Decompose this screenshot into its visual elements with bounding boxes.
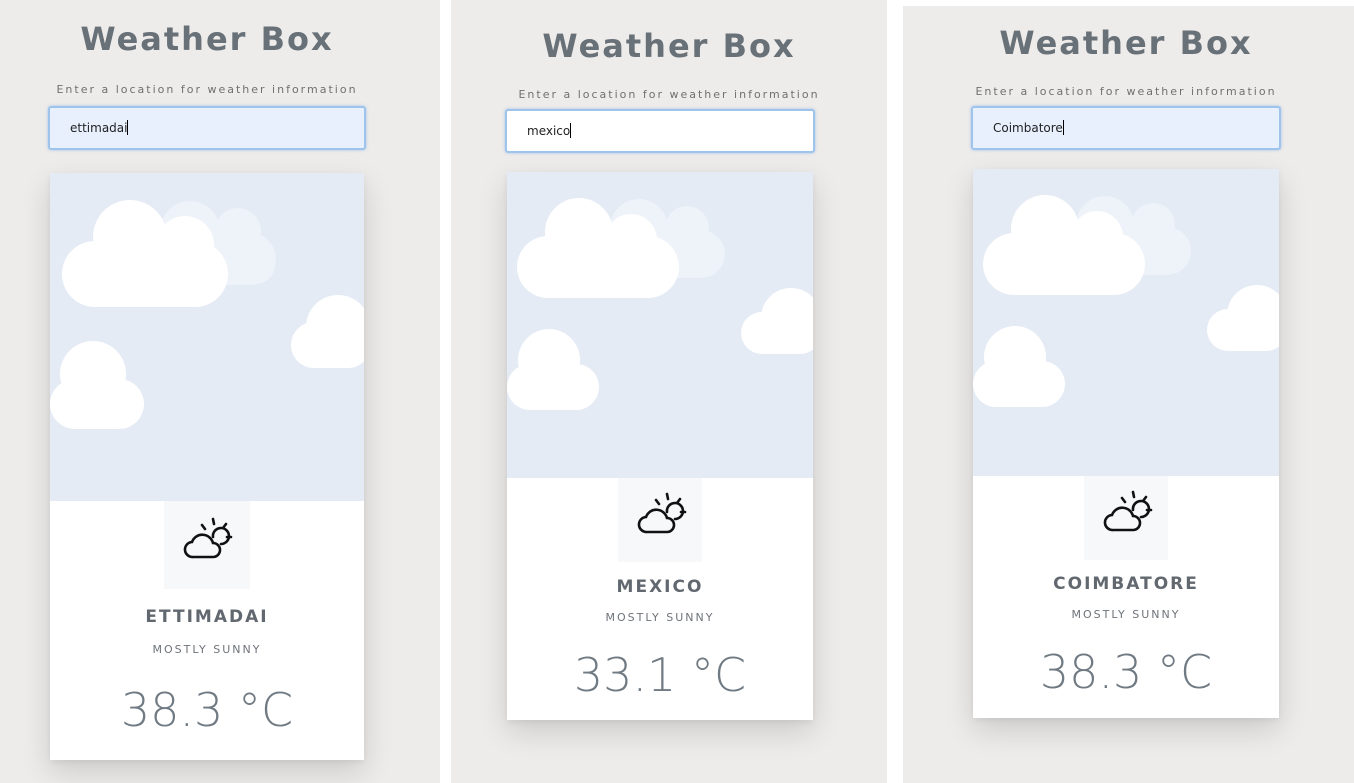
weather-panel-ettimadai: Weather Box Enter a location for weather… [0, 0, 440, 783]
weather-panel-coimbatore: Weather Box Enter a location for weather… [903, 6, 1354, 783]
search-input-value: ettimadai [70, 120, 129, 135]
search-hint: Enter a location for weather information [56, 83, 358, 96]
weather-icon-box [164, 501, 250, 589]
weather-panel-mexico: Weather Box Enter a location for weather… [451, 0, 887, 783]
app-title: Weather Box [80, 20, 334, 58]
text-caret [570, 123, 572, 138]
city-name: ETTIMADAI [145, 607, 269, 627]
city-name: MEXICO [616, 577, 704, 597]
temperature: 33.1 °C [573, 648, 747, 702]
weather-condition: MOSTLY SUNNY [1071, 608, 1181, 621]
search-input-value: mexico [527, 123, 572, 138]
screenshot-stage: Weather Box Enter a location for weather… [0, 0, 1354, 783]
app-title: Weather Box [542, 27, 796, 65]
search-hint: Enter a location for weather information [975, 85, 1277, 98]
weather-icon-box [618, 478, 702, 562]
clouds-icon [507, 198, 813, 410]
city-name: COIMBATORE [1053, 574, 1199, 594]
temperature: 38.3 °C [1039, 645, 1213, 699]
search-hint: Enter a location for weather information [518, 88, 820, 101]
partly-sunny-icon [183, 517, 233, 559]
weather-condition: MOSTLY SUNNY [605, 611, 715, 624]
location-search-input[interactable]: ettimadai [48, 106, 366, 150]
search-input-value: Coimbatore [993, 120, 1064, 135]
text-caret [1062, 120, 1064, 135]
weather-icon-box [1084, 476, 1168, 560]
partly-sunny-icon [1103, 490, 1153, 532]
clouds-icon [50, 200, 364, 429]
sky-illustration [50, 173, 364, 501]
app-title: Weather Box [999, 24, 1253, 62]
location-search-input[interactable]: mexico [505, 109, 815, 153]
clouds-icon [973, 195, 1279, 407]
sky-illustration [507, 172, 813, 478]
temperature: 38.3 °C [120, 683, 294, 737]
location-search-input[interactable]: Coimbatore [971, 106, 1281, 150]
partly-sunny-icon [637, 492, 687, 534]
weather-card: ETTIMADAI MOSTLY SUNNY 38.3 °C [50, 173, 364, 760]
weather-condition: MOSTLY SUNNY [152, 643, 262, 656]
sky-illustration [973, 169, 1279, 476]
weather-card: MEXICO MOSTLY SUNNY 33.1 °C [507, 172, 813, 720]
weather-card: COIMBATORE MOSTLY SUNNY 38.3 °C [973, 169, 1279, 718]
text-caret [127, 120, 129, 135]
